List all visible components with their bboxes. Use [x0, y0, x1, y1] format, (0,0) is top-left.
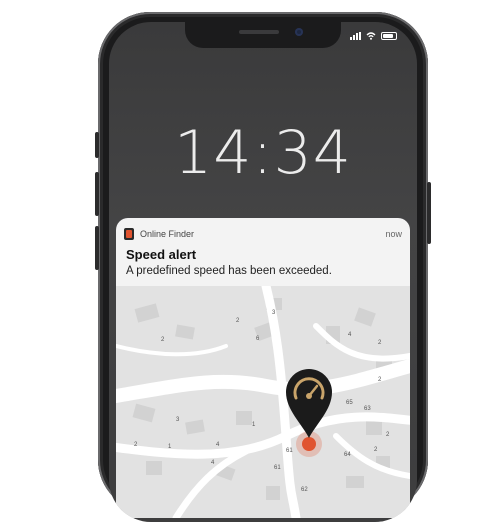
house-number: 65	[346, 400, 353, 406]
house-number: 2	[378, 340, 382, 346]
house-number: 2	[236, 318, 240, 324]
status-bar	[350, 32, 397, 40]
house-number: 2	[386, 432, 390, 438]
power-button	[427, 182, 431, 244]
house-number: 62	[301, 487, 308, 493]
notification-card[interactable]: Online Finder now Speed alert A predefin…	[116, 218, 410, 518]
notification-header: Online Finder now	[124, 227, 402, 241]
notification-message: A predefined speed has been exceeded.	[126, 265, 332, 277]
speed-alert-pin-icon	[286, 369, 332, 438]
map-buildings	[132, 298, 392, 500]
house-number: 3	[176, 417, 180, 423]
house-number: 1	[252, 422, 256, 428]
house-number: 63	[364, 406, 371, 412]
battery-icon	[381, 32, 397, 40]
earpiece-speaker	[239, 30, 279, 34]
notification-time: now	[385, 229, 402, 239]
house-number: 2	[374, 447, 378, 453]
map-svg: 3 2 6 4 2 2 2 3 1 4 2 4 61 65 61 64 2 62…	[116, 281, 410, 518]
notch	[185, 22, 341, 48]
cellular-signal-icon	[350, 32, 361, 40]
silent-switch	[95, 132, 99, 158]
house-number: 2	[161, 337, 165, 343]
front-camera	[295, 28, 303, 36]
lock-screen: 14:34 Online Finder now Speed alert A pr…	[109, 22, 417, 522]
house-number: 61	[274, 465, 281, 471]
volume-down-button	[95, 226, 99, 270]
volume-up-button	[95, 172, 99, 216]
app-icon	[124, 228, 134, 240]
location-dot	[302, 437, 316, 451]
house-number: 4	[211, 460, 215, 466]
map-preview: 3 2 6 4 2 2 2 3 1 4 2 4 61 65 61 64 2 62…	[116, 281, 410, 518]
phone-frame: 14:34 Online Finder now Speed alert A pr…	[95, 12, 431, 522]
house-number: 4	[348, 332, 352, 338]
notification-title: Speed alert	[126, 247, 197, 262]
house-number: 61	[286, 448, 293, 454]
house-number: 4	[216, 442, 220, 448]
lockscreen-clock: 14:34	[174, 118, 352, 188]
app-name: Online Finder	[140, 229, 195, 239]
wifi-icon	[366, 32, 376, 40]
house-number: 64	[344, 452, 351, 458]
